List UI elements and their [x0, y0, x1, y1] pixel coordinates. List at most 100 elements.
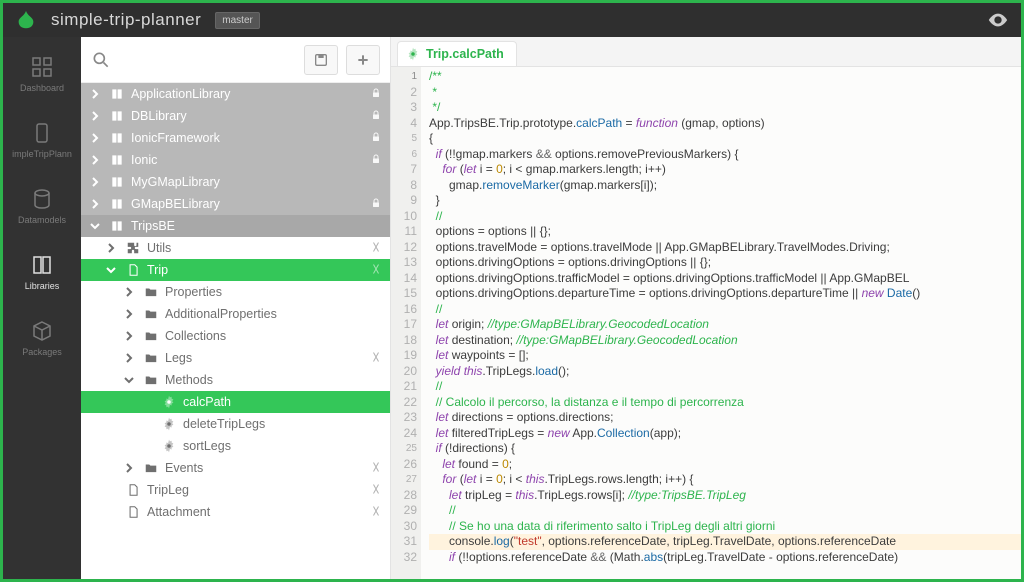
row-icon — [143, 373, 159, 387]
rail-item-label: Packages — [22, 347, 62, 357]
row-icon — [125, 505, 141, 519]
row-trail-icon — [370, 505, 382, 520]
row-label: Methods — [165, 373, 213, 387]
chevron-icon — [87, 221, 103, 231]
row-trail-icon — [370, 461, 382, 476]
editor-tabs: Trip.calcPath — [391, 37, 1021, 67]
tree-events[interactable]: Events — [81, 457, 390, 479]
preview-eye-icon[interactable] — [987, 9, 1009, 31]
lib-DBLibrary[interactable]: DBLibrary — [81, 105, 390, 127]
row-icon — [109, 109, 125, 123]
row-label: DBLibrary — [131, 109, 187, 123]
row-label: AdditionalProperties — [165, 307, 277, 321]
lib-IonicFramework[interactable]: IonicFramework — [81, 127, 390, 149]
row-trail-icon — [370, 153, 382, 168]
row-icon — [161, 395, 177, 409]
editor-tab-calcpath[interactable]: Trip.calcPath — [397, 41, 517, 66]
lib-MyGMapLibrary[interactable]: MyGMapLibrary — [81, 171, 390, 193]
row-label: Properties — [165, 285, 222, 299]
library-sidebar: ApplicationLibrary DBLibrary IonicFramewor… — [81, 37, 391, 579]
row-label: Events — [165, 461, 203, 475]
add-button[interactable] — [346, 45, 380, 75]
chevron-icon — [103, 243, 119, 253]
rail-item-dashboard[interactable]: Dashboard — [3, 49, 81, 99]
row-label: Collections — [165, 329, 226, 343]
lib-TripsBE[interactable]: TripsBE — [81, 215, 390, 237]
row-icon — [161, 439, 177, 453]
tree-sortlegs[interactable]: sortLegs — [81, 435, 390, 457]
row-trail-icon — [370, 197, 382, 212]
tree-deletetriplegs[interactable]: deleteTripLegs — [81, 413, 390, 435]
row-trail-icon — [370, 241, 382, 256]
project-title: simple-trip-planner — [51, 10, 201, 30]
database-icon — [30, 187, 54, 211]
rail-item-label: Datamodels — [18, 215, 66, 225]
row-trail-icon — [370, 483, 382, 498]
row-icon — [143, 461, 159, 475]
branch-badge[interactable]: master — [215, 12, 260, 29]
rail-item-label: Libraries — [25, 281, 60, 291]
tree-properties[interactable]: Properties — [81, 281, 390, 303]
row-icon — [143, 307, 159, 321]
row-label: Trip — [147, 263, 168, 277]
code-content[interactable]: /** * */App.TripsBE.Trip.prototype.calcP… — [421, 67, 1021, 579]
rail-item-datamodels[interactable]: Datamodels — [3, 181, 81, 231]
tree-tripleg[interactable]: TripLeg — [81, 479, 390, 501]
chevron-icon — [121, 353, 137, 363]
row-icon — [109, 131, 125, 145]
tree-legs[interactable]: Legs — [81, 347, 390, 369]
tree-calcpath[interactable]: calcPath — [81, 391, 390, 413]
search-icon[interactable] — [91, 50, 111, 70]
library-tree: ApplicationLibrary DBLibrary IonicFramewor… — [81, 83, 390, 579]
tree-utils[interactable]: Utils — [81, 237, 390, 259]
code-editor: Trip.calcPath 12345678910111213141516171… — [391, 37, 1021, 579]
box-icon — [30, 319, 54, 343]
row-trail-icon — [370, 131, 382, 146]
row-label: TripLeg — [147, 483, 189, 497]
line-gutter: 1234567891011121314151617181920212223242… — [391, 67, 421, 579]
row-icon — [109, 197, 125, 211]
tree-methods[interactable]: Methods — [81, 369, 390, 391]
row-label: Attachment — [147, 505, 210, 519]
row-icon — [143, 351, 159, 365]
tree-trip[interactable]: Trip — [81, 259, 390, 281]
chevron-icon — [103, 265, 119, 275]
chevron-icon — [121, 331, 137, 341]
rail-item-libraries[interactable]: Libraries — [3, 247, 81, 297]
tree-collections[interactable]: Collections — [81, 325, 390, 347]
chevron-icon — [121, 375, 137, 385]
chevron-icon — [87, 177, 103, 187]
chevron-icon — [121, 309, 137, 319]
grid-icon — [30, 55, 54, 79]
rail-item-tripplan[interactable]: impleTripPlann — [3, 115, 81, 165]
row-label: Legs — [165, 351, 192, 365]
row-label: TripsBE — [131, 219, 175, 233]
row-icon — [161, 417, 177, 431]
app-logo-icon — [15, 9, 37, 31]
tree-attachment[interactable]: Attachment — [81, 501, 390, 523]
chevron-icon — [87, 133, 103, 143]
left-rail: Dashboard impleTripPlann Datamodels Librari… — [3, 37, 81, 579]
rail-item-packages[interactable]: Packages — [3, 313, 81, 363]
row-label: deleteTripLegs — [183, 417, 265, 431]
chevron-icon — [121, 463, 137, 473]
book-icon — [30, 253, 54, 277]
save-button[interactable] — [304, 45, 338, 75]
lib-Ionic[interactable]: Ionic — [81, 149, 390, 171]
top-bar: simple-trip-planner master — [3, 3, 1021, 37]
chevron-icon — [121, 287, 137, 297]
row-label: IonicFramework — [131, 131, 220, 145]
chevron-icon — [87, 199, 103, 209]
tree-additionalproperties[interactable]: AdditionalProperties — [81, 303, 390, 325]
row-label: Ionic — [131, 153, 157, 167]
row-trail-icon — [370, 87, 382, 102]
lib-ApplicationLibrary[interactable]: ApplicationLibrary — [81, 83, 390, 105]
rail-item-label: Dashboard — [20, 83, 64, 93]
row-label: ApplicationLibrary — [131, 87, 230, 101]
row-icon — [143, 329, 159, 343]
lib-GMapBELibrary[interactable]: GMapBELibrary — [81, 193, 390, 215]
row-trail-icon — [370, 109, 382, 124]
row-trail-icon — [370, 351, 382, 366]
rail-item-label: impleTripPlann — [12, 149, 72, 159]
row-icon — [109, 219, 125, 233]
